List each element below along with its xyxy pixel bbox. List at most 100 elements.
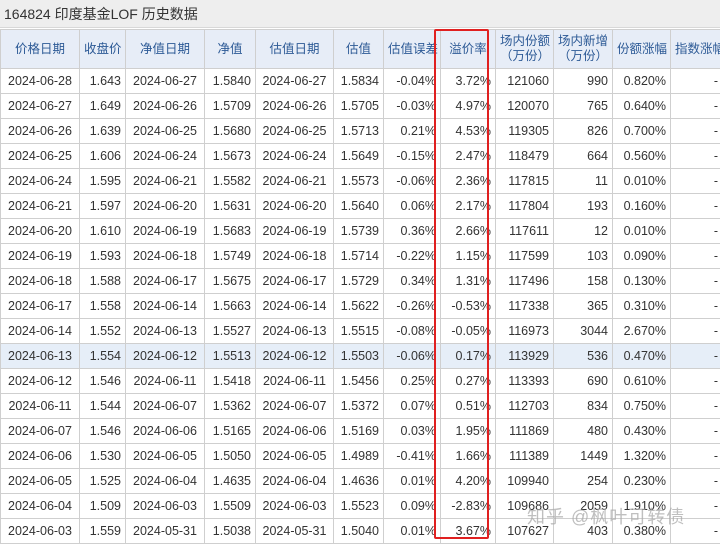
- table-row[interactable]: 2024-06-27 1.649 2024-06-26 1.5709 2024-06-2…: [0, 93, 720, 119]
- table-cell: 1.5038: [204, 518, 256, 544]
- table-row[interactable]: 2024-06-04 1.509 2024-06-03 1.5509 2024-06-0…: [0, 493, 720, 519]
- table-cell: 2024-06-06: [0, 443, 80, 469]
- table-cell: 113929: [495, 343, 554, 369]
- table-cell: 0.010%: [612, 218, 671, 244]
- column-header-10[interactable]: 份额涨幅: [612, 29, 671, 69]
- column-header-label: 净值: [217, 41, 243, 56]
- table-cell: -: [670, 193, 720, 219]
- table-cell: 103: [553, 243, 613, 269]
- column-header-5[interactable]: 估值: [333, 29, 384, 69]
- table-cell: -: [670, 418, 720, 444]
- table-row[interactable]: 2024-06-03 1.559 2024-05-31 1.5038 2024-05-3…: [0, 518, 720, 544]
- table-cell: 116973: [495, 318, 554, 344]
- table-cell: 117804: [495, 193, 554, 219]
- table-cell: 1.5649: [333, 143, 384, 169]
- table-row[interactable]: 2024-06-20 1.610 2024-06-19 1.5683 2024-06-1…: [0, 218, 720, 244]
- table-cell: -: [670, 318, 720, 344]
- table-cell: 4.97%: [440, 93, 496, 119]
- table-cell: -: [670, 493, 720, 519]
- table-cell: 1.5739: [333, 218, 384, 244]
- table-row[interactable]: 2024-06-21 1.597 2024-06-20 1.5631 2024-06-2…: [0, 193, 720, 219]
- table-row[interactable]: 2024-06-25 1.606 2024-06-24 1.5673 2024-06-2…: [0, 143, 720, 169]
- table-cell: 1.5705: [333, 93, 384, 119]
- table-row[interactable]: 2024-06-17 1.558 2024-06-14 1.5663 2024-06-1…: [0, 293, 720, 319]
- table-cell: -: [670, 368, 720, 394]
- table-cell: -0.03%: [383, 93, 441, 119]
- column-header-2[interactable]: 净值日期: [125, 29, 205, 69]
- table-cell: 2024-06-25: [0, 143, 80, 169]
- table-cell: 403: [553, 518, 613, 544]
- table-cell: 690: [553, 368, 613, 394]
- table-cell: 826: [553, 118, 613, 144]
- table-cell: 2024-06-13: [0, 343, 80, 369]
- table-row[interactable]: 2024-06-13 1.554 2024-06-12 1.5513 2024-06-1…: [0, 343, 720, 369]
- table-cell: -: [670, 143, 720, 169]
- table-cell: 0.130%: [612, 268, 671, 294]
- table-cell: 2024-06-17: [0, 293, 80, 319]
- table-row[interactable]: 2024-06-19 1.593 2024-06-18 1.5749 2024-06-1…: [0, 243, 720, 269]
- table-cell: 2024-06-17: [255, 268, 334, 294]
- table-cell: 2024-06-25: [255, 118, 334, 144]
- column-header-7[interactable]: 溢价率: [440, 29, 496, 69]
- table-cell: 1.5663: [204, 293, 256, 319]
- table-row[interactable]: 2024-06-18 1.588 2024-06-17 1.5675 2024-06-1…: [0, 268, 720, 294]
- table-cell: -: [670, 218, 720, 244]
- table-body: 2024-06-28 1.643 2024-06-27 1.5840 2024-06-2…: [0, 68, 720, 544]
- table-cell: 4.53%: [440, 118, 496, 144]
- table-cell: 1.5622: [333, 293, 384, 319]
- table-cell: 2024-06-26: [125, 93, 205, 119]
- table-cell: 2024-06-05: [255, 443, 334, 469]
- table-row[interactable]: 2024-06-05 1.525 2024-06-04 1.4635 2024-06-0…: [0, 468, 720, 494]
- table-row[interactable]: 2024-06-06 1.530 2024-06-05 1.5050 2024-06-0…: [0, 443, 720, 469]
- table-cell: 2024-06-11: [255, 368, 334, 394]
- table-cell: 2024-06-13: [125, 318, 205, 344]
- table-cell: 1.606: [79, 143, 126, 169]
- column-header-11[interactable]: 指数涨幅: [670, 29, 720, 69]
- table-cell: 2024-06-12: [125, 343, 205, 369]
- column-header-1[interactable]: 收盘价: [79, 29, 126, 69]
- table-cell: 1.4989: [333, 443, 384, 469]
- table-row[interactable]: 2024-06-07 1.546 2024-06-06 1.5165 2024-06-0…: [0, 418, 720, 444]
- table-row[interactable]: 2024-06-26 1.639 2024-06-25 1.5680 2024-06-2…: [0, 118, 720, 144]
- table-cell: 990: [553, 68, 613, 94]
- column-header-label: 溢价率: [449, 41, 487, 56]
- column-header-8[interactable]: 场内份额 （万份）: [495, 29, 554, 69]
- table-cell: 0.380%: [612, 518, 671, 544]
- table-cell: -0.26%: [383, 293, 441, 319]
- table-cell: 1.525: [79, 468, 126, 494]
- table-cell: 3044: [553, 318, 613, 344]
- table-cell: 0.700%: [612, 118, 671, 144]
- table-row[interactable]: 2024-06-14 1.552 2024-06-13 1.5527 2024-06-1…: [0, 318, 720, 344]
- table-cell: 0.06%: [383, 193, 441, 219]
- column-header-label: 场内新增: [558, 34, 609, 48]
- table-cell: 0.36%: [383, 218, 441, 244]
- table-cell: 0.01%: [383, 518, 441, 544]
- column-header-6[interactable]: 估值误差: [383, 29, 441, 69]
- column-header-3[interactable]: 净值: [204, 29, 256, 69]
- table-cell: 2024-06-24: [255, 143, 334, 169]
- table-cell: 1.588: [79, 268, 126, 294]
- table-cell: -0.22%: [383, 243, 441, 269]
- column-header-4[interactable]: 估值日期: [255, 29, 334, 69]
- table-cell: 120070: [495, 93, 554, 119]
- table-cell: 1.595: [79, 168, 126, 194]
- column-header-0[interactable]: 价格日期: [0, 29, 80, 69]
- table-cell: 1.95%: [440, 418, 496, 444]
- table-row[interactable]: 2024-06-11 1.544 2024-06-07 1.5362 2024-06-0…: [0, 393, 720, 419]
- table-cell: -: [670, 168, 720, 194]
- column-header-label: 估值误差: [388, 41, 439, 56]
- table-cell: 1.554: [79, 343, 126, 369]
- table-cell: 0.310%: [612, 293, 671, 319]
- table-cell: 0.230%: [612, 468, 671, 494]
- table-cell: 2.36%: [440, 168, 496, 194]
- column-header-9[interactable]: 场内新增 （万份）: [553, 29, 613, 69]
- table-row[interactable]: 2024-06-28 1.643 2024-06-27 1.5840 2024-06-2…: [0, 68, 720, 94]
- table-cell: 2024-06-07: [255, 393, 334, 419]
- table-cell: 0.17%: [440, 343, 496, 369]
- table-cell: 0.750%: [612, 393, 671, 419]
- table-row[interactable]: 2024-06-24 1.595 2024-06-21 1.5582 2024-06-2…: [0, 168, 720, 194]
- table-cell: 1.546: [79, 418, 126, 444]
- table-cell: 2024-06-20: [0, 218, 80, 244]
- table-cell: 1.5456: [333, 368, 384, 394]
- table-row[interactable]: 2024-06-12 1.546 2024-06-11 1.5418 2024-06-1…: [0, 368, 720, 394]
